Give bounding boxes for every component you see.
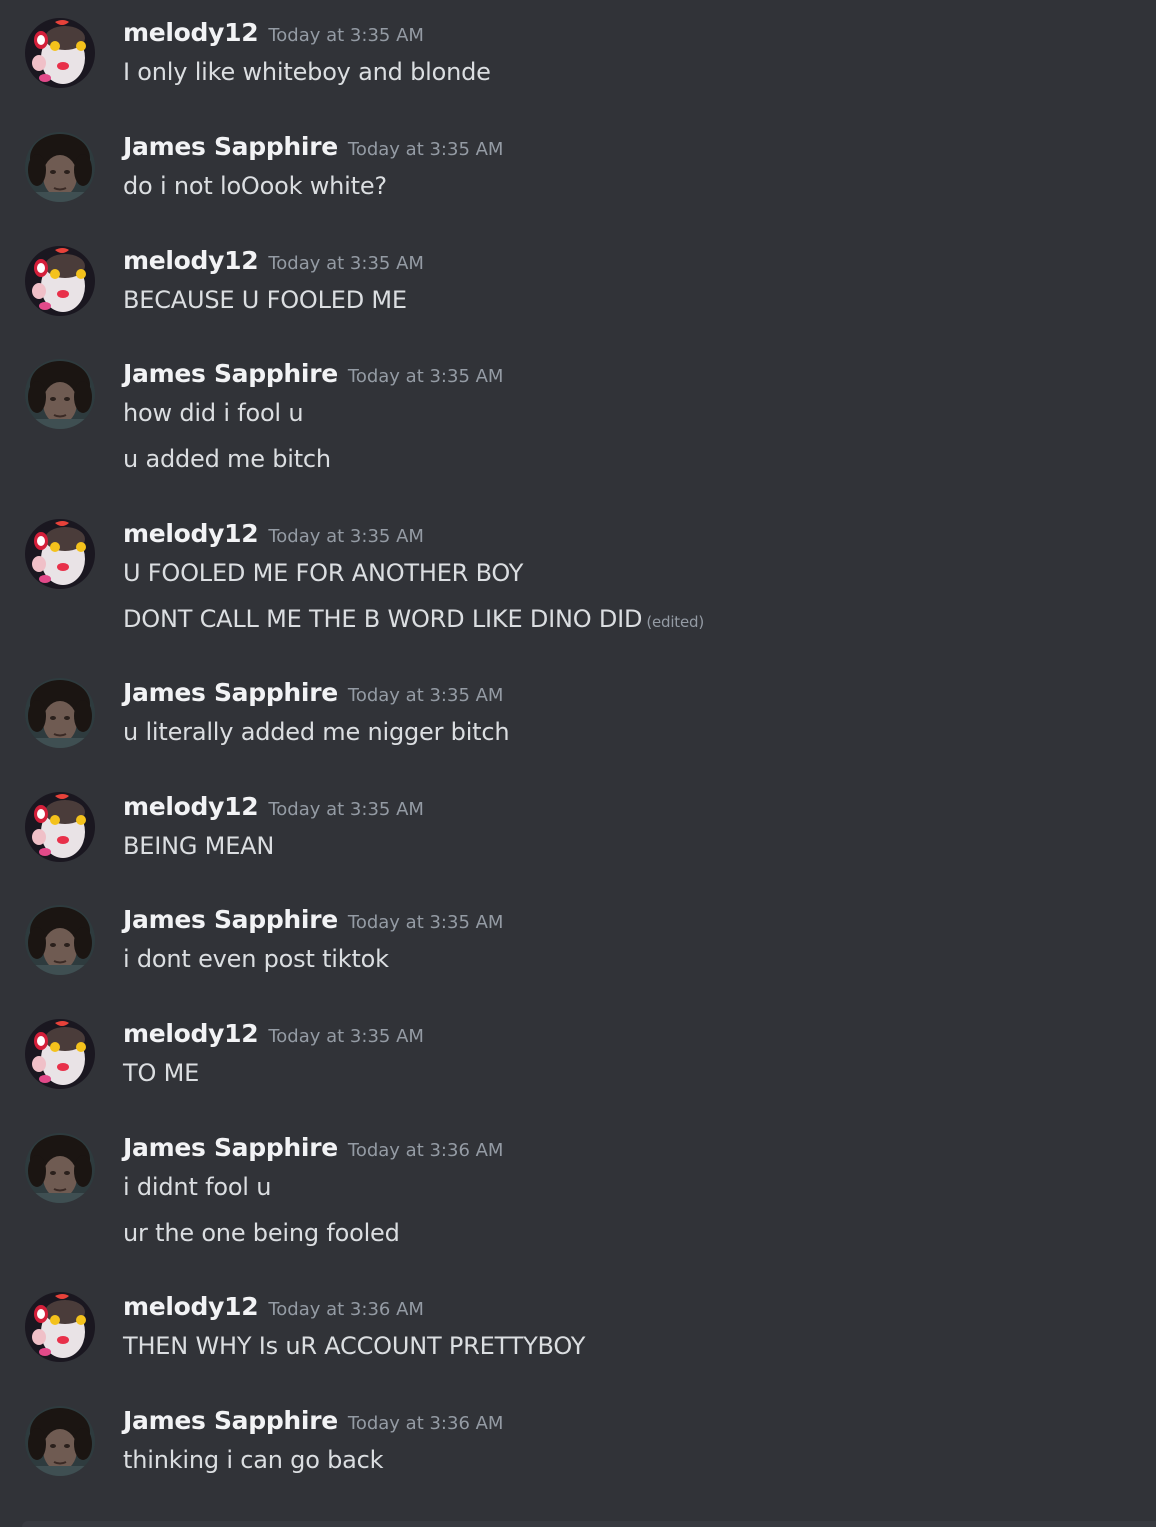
message-content: u added me bitch <box>123 445 331 473</box>
melody-avatar-icon[interactable] <box>25 1292 95 1362</box>
message-header: melody12 Today at 3:35 AM <box>123 18 424 52</box>
message-header: James Sapphire Today at 3:35 AM <box>123 132 503 166</box>
message-text: u added me bitch <box>123 445 331 473</box>
message-content: I only like whiteboy and blonde <box>123 58 491 86</box>
message-header: melody12 Today at 3:36 AM <box>123 1292 424 1326</box>
message-text: ur the one being fooled <box>123 1219 400 1247</box>
melody-avatar-icon[interactable] <box>25 792 95 862</box>
melody-avatar-icon[interactable] <box>25 1019 95 1089</box>
message-content: u literally added me nigger bitch <box>123 718 510 746</box>
message-text: U FOOLED ME FOR ANOTHER BOY <box>123 559 523 587</box>
message-content: TO ME <box>123 1059 200 1087</box>
username[interactable]: melody12 <box>123 1292 259 1321</box>
message-header: James Sapphire Today at 3:36 AM <box>123 1406 503 1440</box>
message-text: how did i fool u <box>123 399 304 427</box>
message-text: do i not loOook white? <box>123 172 387 200</box>
username[interactable]: James Sapphire <box>123 132 338 161</box>
username[interactable]: melody12 <box>123 1019 259 1048</box>
message-content: do i not loOook white? <box>123 172 387 200</box>
message-text: I only like whiteboy and blonde <box>123 58 491 86</box>
melody-avatar-icon[interactable] <box>25 519 95 589</box>
username[interactable]: James Sapphire <box>123 1406 338 1435</box>
message-composer-edge <box>22 1521 1156 1527</box>
message-text: thinking i can go back <box>123 1446 384 1474</box>
message-content: i didnt fool u <box>123 1173 272 1201</box>
username[interactable]: James Sapphire <box>123 359 338 388</box>
james-avatar-icon[interactable] <box>25 132 95 202</box>
message-text: BEING MEAN <box>123 832 274 860</box>
timestamp: Today at 3:35 AM <box>268 1026 424 1047</box>
message-content: thinking i can go back <box>123 1446 384 1474</box>
message-text: DONT CALL ME THE B WORD LIKE DINO DID (ed… <box>123 605 704 633</box>
message-content: i dont even post tiktok <box>123 945 389 973</box>
message-header: James Sapphire Today at 3:36 AM <box>123 1133 503 1167</box>
melody-avatar-icon[interactable] <box>25 246 95 316</box>
james-avatar-icon[interactable] <box>25 905 95 975</box>
message-content: THEN WHY Is uR ACCOUNT PRETTYBOY <box>123 1332 586 1360</box>
message-content: DONT CALL ME THE B WORD LIKE DINO DID <box>123 605 643 633</box>
message-text: i didnt fool u <box>123 1173 271 1201</box>
timestamp: Today at 3:35 AM <box>268 25 424 46</box>
message-header: James Sapphire Today at 3:35 AM <box>123 905 503 939</box>
username[interactable]: melody12 <box>123 792 259 821</box>
edited-label: (edited) <box>646 613 704 631</box>
timestamp: Today at 3:35 AM <box>347 139 504 160</box>
message-content: BECAUSE U FOOLED ME <box>123 286 407 314</box>
message-header: melody12 Today at 3:35 AM <box>123 792 424 826</box>
message-header: James Sapphire Today at 3:35 AM <box>123 678 503 712</box>
timestamp: Today at 3:35 AM <box>268 799 424 820</box>
message-text: i dont even post tiktok <box>123 945 389 973</box>
james-avatar-icon[interactable] <box>25 678 95 748</box>
james-avatar-icon[interactable] <box>25 359 95 429</box>
timestamp: Today at 3:35 AM <box>268 253 424 274</box>
message-header: melody12 Today at 3:35 AM <box>123 1019 424 1053</box>
timestamp: Today at 3:35 AM <box>347 366 504 387</box>
message-text: u literally added me nigger bitch <box>123 718 510 746</box>
username[interactable]: melody12 <box>123 18 259 47</box>
message-content: U FOOLED ME FOR ANOTHER BOY <box>123 559 524 587</box>
message-text: THEN WHY Is uR ACCOUNT PRETTYBOY <box>123 1332 585 1360</box>
username[interactable]: melody12 <box>123 519 259 548</box>
message-content: BEING MEAN <box>123 832 275 860</box>
timestamp: Today at 3:35 AM <box>268 526 424 547</box>
timestamp: Today at 3:35 AM <box>347 912 504 933</box>
message-header: melody12 Today at 3:35 AM <box>123 246 424 280</box>
timestamp: Today at 3:35 AM <box>347 685 504 706</box>
username[interactable]: James Sapphire <box>123 905 338 934</box>
username[interactable]: James Sapphire <box>123 1133 338 1162</box>
james-avatar-icon[interactable] <box>25 1133 95 1203</box>
message-header: melody12 Today at 3:35 AM <box>123 519 424 553</box>
timestamp: Today at 3:36 AM <box>268 1299 424 1320</box>
username[interactable]: James Sapphire <box>123 678 338 707</box>
timestamp: Today at 3:36 AM <box>347 1140 504 1161</box>
username[interactable]: melody12 <box>123 246 259 275</box>
message-content: ur the one being fooled <box>123 1219 400 1247</box>
timestamp: Today at 3:36 AM <box>347 1413 504 1434</box>
message-header: James Sapphire Today at 3:35 AM <box>123 359 503 393</box>
melody-avatar-icon[interactable] <box>25 18 95 88</box>
message-content: how did i fool u <box>123 399 304 427</box>
james-avatar-icon[interactable] <box>25 1406 95 1476</box>
message-text: TO ME <box>123 1059 199 1087</box>
message-text: BECAUSE U FOOLED ME <box>123 286 407 314</box>
